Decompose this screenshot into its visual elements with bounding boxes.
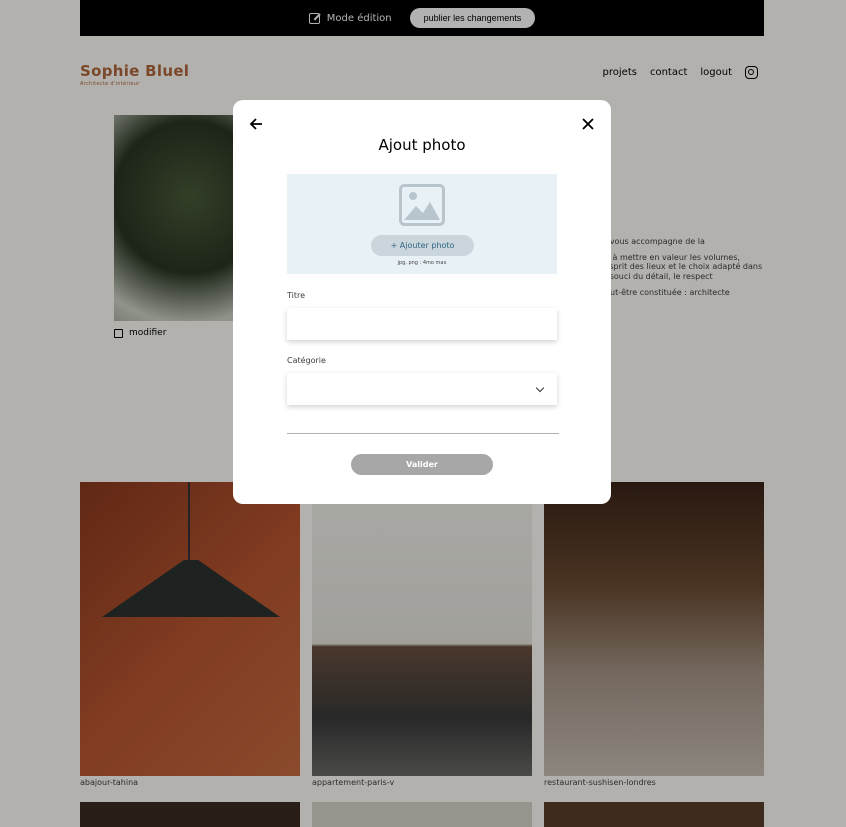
photo-upload-area[interactable]: + Ajouter photo jpg, png : 4mo max [287, 174, 557, 274]
modal-title: Ajout photo [378, 136, 466, 154]
divider [287, 433, 559, 434]
image-icon [399, 184, 445, 226]
chevron-down-icon [535, 383, 545, 393]
close-icon[interactable] [581, 117, 595, 131]
title-label: Titre [287, 291, 306, 300]
arrow-left-icon[interactable] [249, 117, 263, 131]
upload-hint: jpg, png : 4mo max [397, 260, 447, 266]
title-input[interactable] [287, 308, 557, 340]
category-label: Catégorie [287, 356, 326, 365]
validate-button[interactable]: Valider [351, 454, 493, 475]
add-photo-modal: Ajout photo + Ajouter photo jpg, png : 4… [233, 100, 611, 504]
category-select[interactable] [287, 373, 557, 405]
add-photo-button[interactable]: + Ajouter photo [371, 235, 474, 256]
